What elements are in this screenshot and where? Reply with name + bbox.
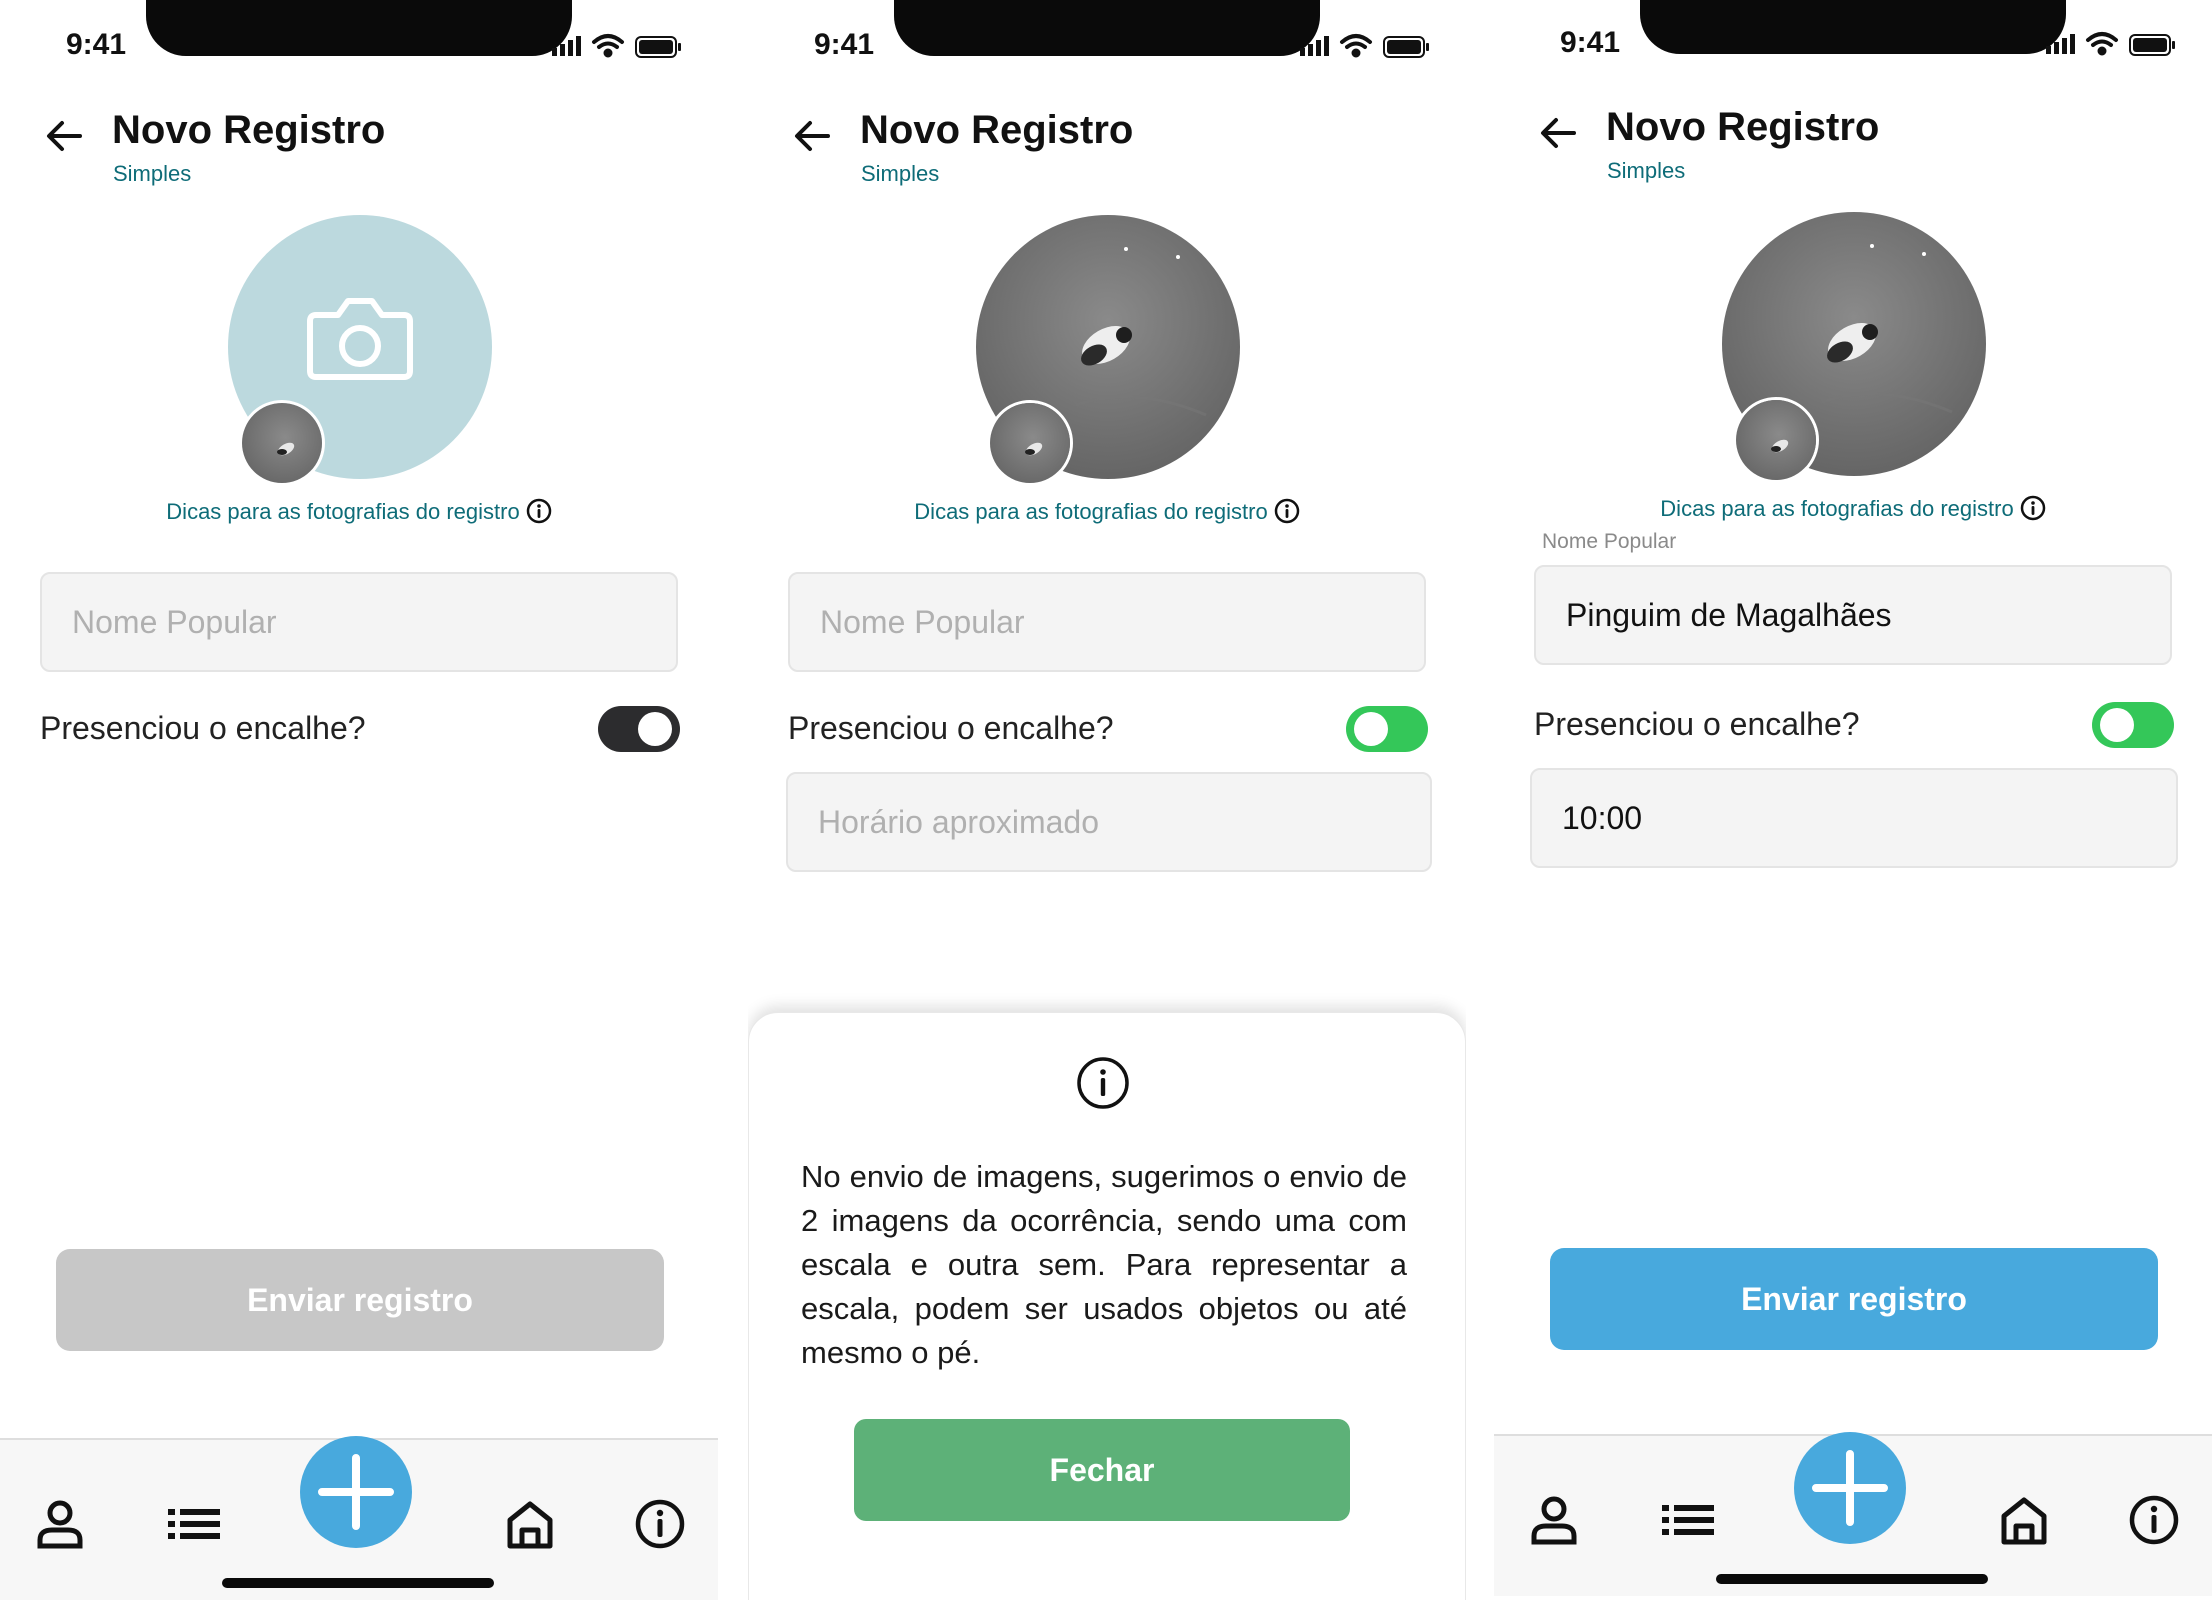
witnessed-toggle[interactable] bbox=[1346, 706, 1428, 752]
home-icon[interactable] bbox=[502, 1496, 558, 1552]
screen-empty-form: 9:41 Novo Registro Simples Dicas para as… bbox=[0, 0, 718, 1600]
about-icon[interactable] bbox=[632, 1496, 688, 1552]
device-notch bbox=[146, 0, 572, 56]
photo-tips-label: Dicas para as fotografias do registro bbox=[1660, 496, 2014, 521]
back-arrow-icon[interactable] bbox=[1536, 111, 1580, 155]
screen-tips-modal: 9:41 Novo Registro Simples Dicas para as… bbox=[748, 0, 1466, 1600]
witnessed-label: Presenciou o encalhe? bbox=[788, 710, 1114, 746]
toggle-knob bbox=[2100, 708, 2134, 742]
status-time: 9:41 bbox=[1560, 26, 1621, 59]
info-icon[interactable] bbox=[2020, 495, 2046, 521]
info-icon[interactable] bbox=[1274, 498, 1300, 524]
submit-button[interactable]: Enviar registro bbox=[1550, 1248, 2158, 1350]
approx-time-input[interactable]: 10:00 bbox=[1530, 768, 2178, 868]
wifi-icon bbox=[2086, 32, 2118, 56]
bottom-tab-bar bbox=[1494, 1432, 2212, 1596]
profile-icon[interactable] bbox=[32, 1496, 88, 1552]
photo-tips-link[interactable]: Dicas para as fotografias do registro bbox=[0, 498, 718, 525]
photo-thumbnail[interactable] bbox=[1733, 397, 1819, 483]
witnessed-toggle[interactable] bbox=[2092, 702, 2174, 748]
info-icon bbox=[1077, 1057, 1129, 1109]
status-icons bbox=[552, 34, 681, 58]
popular-name-input[interactable]: Nome Popular bbox=[40, 572, 678, 672]
add-record-button[interactable] bbox=[300, 1436, 412, 1548]
photo-tips-link[interactable]: Dicas para as fotografias do registro bbox=[748, 498, 1466, 525]
plus-icon bbox=[318, 1454, 394, 1530]
witnessed-toggle[interactable] bbox=[598, 706, 680, 752]
wifi-icon bbox=[1340, 34, 1372, 58]
page-subtitle: Simples bbox=[1607, 158, 1686, 183]
battery-icon bbox=[2129, 34, 2175, 56]
close-button[interactable]: Fechar bbox=[854, 1419, 1350, 1521]
home-indicator bbox=[222, 1578, 494, 1588]
tips-modal: No envio de imagens, sugerimos o envio d… bbox=[748, 1012, 1466, 1600]
add-record-button[interactable] bbox=[1794, 1432, 1906, 1544]
page-title: Novo Registro bbox=[1606, 105, 1880, 149]
about-icon[interactable] bbox=[2126, 1492, 2182, 1548]
popular-name-input[interactable]: Pinguim de Magalhães bbox=[1534, 565, 2172, 665]
photo-tips-label: Dicas para as fotografias do registro bbox=[166, 499, 520, 524]
photo-thumbnail[interactable] bbox=[239, 400, 325, 486]
signal-icon bbox=[552, 36, 581, 56]
info-icon[interactable] bbox=[526, 498, 552, 524]
signal-icon bbox=[1300, 36, 1329, 56]
page-title: Novo Registro bbox=[860, 108, 1134, 152]
wifi-icon bbox=[592, 34, 624, 58]
device-notch bbox=[1640, 0, 2066, 54]
back-arrow-icon[interactable] bbox=[42, 114, 86, 158]
list-icon[interactable] bbox=[1660, 1492, 1716, 1548]
toggle-knob bbox=[638, 712, 672, 746]
plus-icon bbox=[1812, 1450, 1888, 1526]
witnessed-label: Presenciou o encalhe? bbox=[1534, 706, 1860, 742]
battery-icon bbox=[635, 36, 681, 58]
approx-time-input[interactable]: Horário aproximado bbox=[786, 772, 1432, 872]
page-subtitle: Simples bbox=[861, 161, 940, 186]
toggle-knob bbox=[1354, 712, 1388, 746]
screen-filled-form: 9:41 Novo Registro Simples Dicas para as… bbox=[1494, 0, 2212, 1600]
device-notch bbox=[894, 0, 1320, 56]
submit-button[interactable]: Enviar registro bbox=[56, 1249, 664, 1351]
photo-tips-label: Dicas para as fotografias do registro bbox=[914, 499, 1268, 524]
status-icons bbox=[1300, 34, 1429, 58]
witnessed-label: Presenciou o encalhe? bbox=[40, 710, 366, 746]
home-icon[interactable] bbox=[1996, 1492, 2052, 1548]
list-icon[interactable] bbox=[166, 1496, 222, 1552]
profile-icon[interactable] bbox=[1526, 1492, 1582, 1548]
bottom-tab-bar bbox=[0, 1436, 718, 1600]
photo-thumbnail[interactable] bbox=[987, 400, 1073, 486]
popular-name-input[interactable]: Nome Popular bbox=[788, 572, 1426, 672]
popular-name-label: Nome Popular bbox=[1542, 530, 1677, 553]
battery-icon bbox=[1383, 36, 1429, 58]
modal-message: No envio de imagens, sugerimos o envio d… bbox=[801, 1159, 1407, 1370]
status-time: 9:41 bbox=[814, 28, 875, 61]
photo-tips-link[interactable]: Dicas para as fotografias do registro bbox=[1494, 495, 2212, 522]
page-subtitle: Simples bbox=[113, 161, 192, 186]
status-time: 9:41 bbox=[66, 28, 127, 61]
signal-icon bbox=[2046, 34, 2075, 54]
back-arrow-icon[interactable] bbox=[790, 114, 834, 158]
home-indicator bbox=[1716, 1574, 1988, 1584]
status-icons bbox=[2046, 32, 2175, 56]
page-title: Novo Registro bbox=[112, 108, 386, 152]
